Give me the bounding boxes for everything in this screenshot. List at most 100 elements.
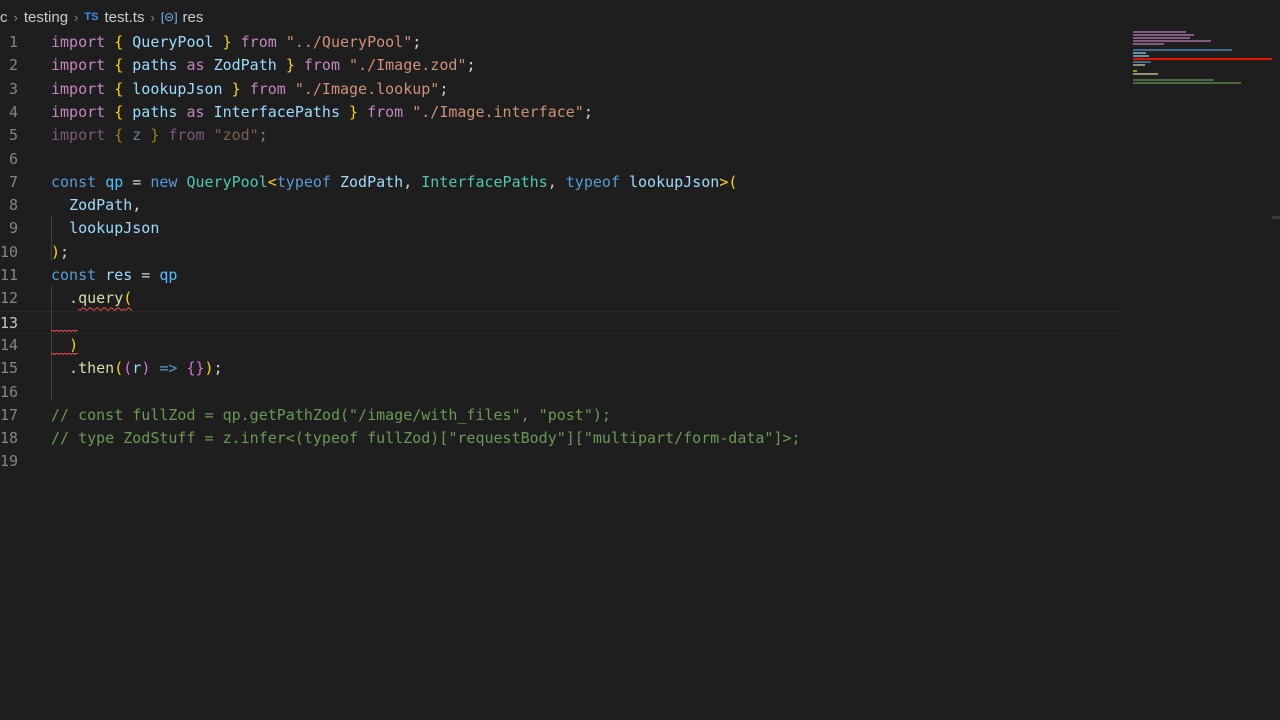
minimap[interactable]: [1130, 31, 1270, 91]
code-text: );: [51, 241, 69, 264]
code-line[interactable]: 3 import { lookupJson } from "./Image.loo…: [0, 78, 1120, 101]
code-text: ZodPath,: [51, 194, 141, 217]
code-token: }: [285, 56, 295, 75]
line-number: 1: [8, 33, 18, 51]
code-token: ;: [439, 79, 449, 98]
line-number: 12: [0, 289, 19, 308]
code-token: {: [114, 79, 124, 98]
minimap-line: [1133, 37, 1191, 39]
minimap-line: [1133, 31, 1187, 33]
code-text: const qp = new QueryPool<typeof ZodPath,…: [51, 171, 737, 194]
line-number: 17: [0, 405, 19, 424]
error-squiggle: [51, 352, 78, 356]
code-line[interactable]: 8 ZodPath,: [0, 194, 1120, 217]
code-token: from: [168, 126, 205, 145]
line-number: 14: [0, 335, 19, 354]
line-number: 13: [0, 313, 19, 332]
line-number: 2: [8, 56, 18, 75]
code-token: paths: [132, 102, 178, 121]
code-token: "../QueryPool": [285, 33, 413, 51]
code-token: import: [51, 102, 106, 121]
line-number: 5: [8, 126, 18, 145]
code-token: "./Image.zod": [349, 56, 467, 75]
code-line[interactable]: 12 .query(: [0, 287, 1120, 310]
code-token: import: [51, 56, 106, 75]
minimap-line: [1133, 79, 1214, 81]
line-number: 16: [0, 382, 19, 401]
code-token: }: [349, 102, 359, 121]
code-token: >(: [719, 172, 738, 191]
line-number: 9: [8, 219, 18, 238]
breadcrumb-item-file[interactable]: test.ts: [104, 9, 144, 26]
code-line[interactable]: 7 const qp = new QueryPool<typeof ZodPath…: [0, 171, 1120, 194]
code-token: lookupJson: [69, 219, 160, 238]
minimap-line: [1133, 82, 1241, 84]
code-line[interactable]: 6: [0, 148, 1120, 171]
code-line[interactable]: 4 import { paths as InterfacePaths } from…: [0, 101, 1120, 124]
code-token: {}: [186, 359, 205, 378]
code-line[interactable]: 17 // const fullZod = qp.getPathZod("/ima…: [0, 404, 1120, 427]
code-token: ;: [213, 359, 223, 378]
breadcrumb-item-folder-testing[interactable]: testing: [24, 9, 68, 26]
code-token: typeof: [565, 172, 620, 191]
vertical-scrollbar[interactable]: [1272, 31, 1280, 720]
code-line[interactable]: 5 import { z } from "zod";: [0, 124, 1120, 147]
code-line[interactable]: 19: [0, 450, 1120, 473]
code-token: (: [114, 359, 124, 378]
code-line[interactable]: 16: [0, 381, 1120, 404]
breadcrumb-item-folder-root[interactable]: c: [0, 9, 8, 26]
code-token: from: [303, 56, 340, 75]
code-line[interactable]: 18 // type ZodStuff = z.infer<(typeof ful…: [0, 427, 1120, 450]
code-line[interactable]: 15 .then((r) => {});: [0, 357, 1120, 380]
code-line[interactable]: 9 lookupJson: [0, 217, 1120, 240]
code-line[interactable]: 13: [0, 310, 1120, 334]
indent-guide: [51, 285, 52, 401]
code-line[interactable]: 2 import { paths as ZodPath } from "./Ima…: [0, 54, 1120, 77]
breadcrumb-item-symbol[interactable]: res: [183, 9, 204, 26]
chevron-right-icon: ›: [74, 9, 79, 25]
code-token: new: [150, 172, 178, 191]
code-line[interactable]: 10);: [0, 241, 1120, 264]
code-token: // const fullZod = qp.getPathZod("/image…: [51, 405, 611, 424]
code-token: then: [78, 359, 115, 378]
code-token: as: [186, 56, 205, 75]
code-token: InterfacePaths: [421, 172, 548, 191]
code-text: import { z } from "zod";: [51, 124, 268, 147]
code-editor[interactable]: 1 import { QueryPool } from "../QueryPool…: [0, 31, 1280, 720]
code-token: z: [132, 126, 142, 145]
code-text: import { paths as InterfacePaths } from …: [51, 101, 593, 124]
code-token: {: [114, 126, 124, 145]
code-text: import { lookupJson } from "./Image.look…: [51, 78, 448, 101]
code-line[interactable]: 14 ): [0, 334, 1120, 357]
code-token: from: [249, 79, 286, 98]
scrollbar-cursor-marker: [1272, 216, 1280, 219]
code-token: .: [51, 359, 79, 378]
code-token: "./Image.lookup": [294, 79, 440, 98]
line-number: 11: [0, 266, 19, 284]
code-token: InterfacePaths: [213, 102, 340, 121]
minimap-line: [1133, 49, 1232, 51]
code-token: // type ZodStuff = z.infer<(typeof fullZ…: [51, 429, 801, 448]
line-number: 10: [0, 242, 19, 261]
code-token: qp: [105, 172, 124, 191]
code-token: =: [132, 266, 160, 284]
code-token: ;: [60, 242, 70, 261]
line-number: 3: [8, 79, 18, 98]
code-token: }: [231, 79, 241, 98]
code-line[interactable]: 11 const res = qp: [0, 264, 1120, 287]
code-line[interactable]: 1 import { QueryPool } from "../QueryPool…: [0, 31, 1120, 54]
